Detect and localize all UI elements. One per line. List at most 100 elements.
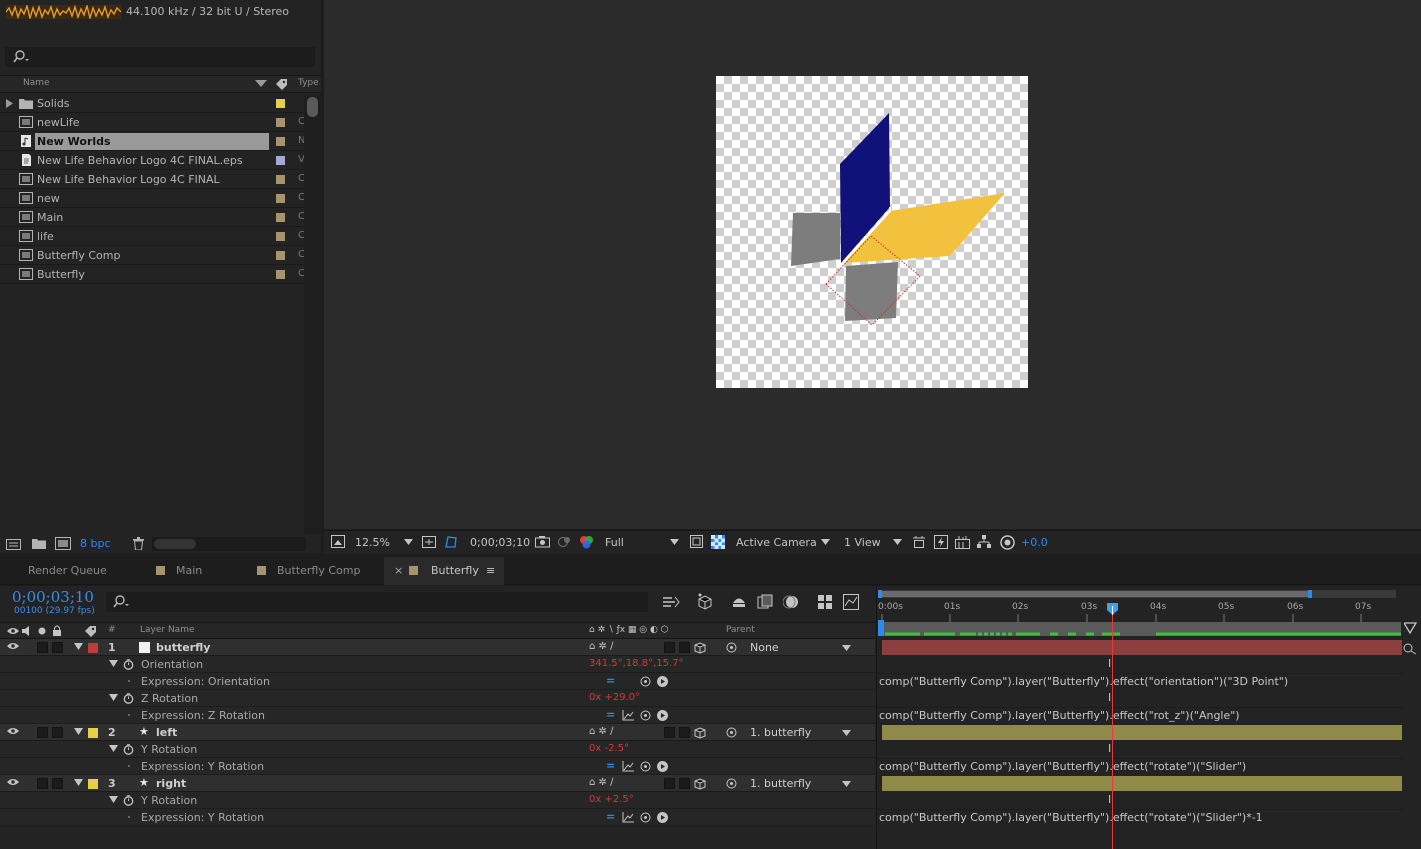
pick-whip-icon[interactable] <box>726 727 737 738</box>
expand-arrow-icon[interactable] <box>6 99 14 108</box>
project-item-comp[interactable]: New Life Behavior Logo 4C FINAL C <box>0 170 305 189</box>
project-scrollbar[interactable] <box>304 95 321 535</box>
switch-toggle[interactable] <box>679 642 690 653</box>
expression-row-z-rotation[interactable]: Expression: Z Rotation = <box>0 707 875 724</box>
switch-toggle[interactable] <box>664 642 675 653</box>
property-value[interactable]: 341.5°,18.8°,15.7° <box>589 658 684 669</box>
current-time-indicator-line[interactable] <box>1112 604 1113 849</box>
property-row-orientation[interactable]: Orientation 341.5°,18.8°,15.7° <box>0 656 875 673</box>
layer-switches[interactable]: ⌂ ✲ ∕ <box>589 641 613 652</box>
visibility-eye-icon[interactable] <box>7 727 19 735</box>
column-name-header[interactable]: Name <box>23 78 50 88</box>
collapse-arrow-icon[interactable] <box>109 694 118 701</box>
layer-switches[interactable]: ⌂ ✲ ∕ <box>589 777 613 788</box>
pick-whip-icon[interactable] <box>640 710 651 721</box>
lock-icon[interactable] <box>52 625 62 636</box>
project-item-solids-folder[interactable]: Solids <box>0 94 320 113</box>
parent-dropdown[interactable]: 1. butterfly <box>743 724 859 741</box>
eye-icon[interactable] <box>7 627 19 635</box>
collapse-arrow-icon[interactable] <box>74 728 83 735</box>
snapshot-camera-icon[interactable] <box>535 535 550 548</box>
layer-row-left[interactable]: 2 ★ left ⌂ ✲ ∕ 1. butterfly <box>0 724 875 741</box>
visibility-eye-icon[interactable] <box>7 778 19 786</box>
property-value[interactable]: 0x +29.0° <box>589 692 640 703</box>
parent-dropdown[interactable]: None <box>743 639 859 656</box>
stopwatch-icon[interactable] <box>123 693 134 704</box>
expression-row-y-rotation[interactable]: Expression: Y Rotation = <box>0 809 875 826</box>
camera-dropdown[interactable]: Active Camera <box>736 536 817 549</box>
layer-name[interactable]: left <box>156 726 177 739</box>
solo-toggle[interactable] <box>37 727 48 738</box>
layer-name[interactable]: right <box>156 777 186 790</box>
layer-row-butterfly[interactable]: 1 butterfly ⌂ ✲ ∕ None <box>0 639 875 656</box>
project-item-comp[interactable]: newLife C <box>0 113 305 132</box>
project-item-comp[interactable]: Main C <box>0 208 305 227</box>
collapse-arrow-icon[interactable] <box>109 745 118 752</box>
scrollbar-thumb[interactable] <box>307 97 318 117</box>
lock-toggle[interactable] <box>52 778 63 789</box>
lock-toggle[interactable] <box>52 642 63 653</box>
time-navigator[interactable] <box>878 590 1396 598</box>
chevron-down-icon[interactable] <box>404 539 413 545</box>
tab-render-queue[interactable]: Render Queue <box>0 557 130 585</box>
frame-blending-icon[interactable] <box>757 594 773 610</box>
expression-field[interactable]: comp("Butterfly Comp").layer("Butterfly"… <box>879 760 1246 773</box>
always-preview-icon[interactable] <box>331 535 345 549</box>
3d-layer-icon[interactable] <box>694 778 706 790</box>
expression-row-orientation[interactable]: Expression: Orientation = <box>0 673 875 690</box>
enable-expression-icon[interactable]: = <box>606 810 615 823</box>
tab-butterfly-comp[interactable]: Butterfly Comp <box>232 557 382 585</box>
shy-layers-icon[interactable] <box>731 594 747 610</box>
solo-icon[interactable] <box>38 627 46 635</box>
chevron-down-icon[interactable] <box>893 539 902 545</box>
enable-expression-icon[interactable]: = <box>606 674 615 687</box>
tab-butterfly[interactable]: × Butterfly ≡ <box>384 557 504 585</box>
scrollbar-thumb[interactable] <box>154 539 196 549</box>
label-tag-icon[interactable] <box>275 78 288 90</box>
transparency-grid-icon[interactable] <box>711 535 725 549</box>
expression-language-menu-icon[interactable] <box>657 761 668 772</box>
work-area-bar[interactable] <box>880 622 1401 636</box>
project-horizontal-scrollbar[interactable] <box>152 537 306 551</box>
layer-bar-butterfly[interactable] <box>882 640 1402 655</box>
label-color-swatch[interactable] <box>276 137 285 146</box>
mask-visibility-icon[interactable] <box>444 535 458 549</box>
timeline-graph-icon[interactable] <box>843 594 859 610</box>
graph-icon[interactable] <box>622 761 634 772</box>
expression-language-menu-icon[interactable] <box>657 676 668 687</box>
property-value[interactable]: 0x +2.5° <box>589 794 634 805</box>
reset-exposure-icon[interactable] <box>1000 535 1015 550</box>
label-color-swatch[interactable] <box>276 99 285 108</box>
solo-toggle[interactable] <box>37 642 48 653</box>
new-composition-icon[interactable] <box>55 537 71 550</box>
trash-icon[interactable] <box>133 537 144 550</box>
color-channels-icon[interactable] <box>579 535 594 549</box>
parent-dropdown[interactable]: 1. butterfly <box>743 775 859 792</box>
time-navigator-range[interactable] <box>880 591 1310 597</box>
label-color-swatch[interactable] <box>276 251 285 260</box>
work-area-end-handle[interactable] <box>1404 621 1418 635</box>
label-color-swatch[interactable] <box>276 194 285 203</box>
navigator-start-handle[interactable] <box>878 590 882 598</box>
pick-whip-icon[interactable] <box>640 761 651 772</box>
label-color-swatch[interactable] <box>276 232 285 241</box>
panel-menu-icon[interactable]: ≡ <box>486 564 495 577</box>
layer-label-swatch[interactable] <box>88 779 98 789</box>
project-item-file[interactable]: New Life Behavior Logo 4C FINAL.eps V <box>0 151 305 170</box>
column-layer-name[interactable]: Layer Name <box>140 625 195 635</box>
property-row-y-rotation[interactable]: Y Rotation 0x -2.5° <box>0 741 875 758</box>
expression-row-y-rotation[interactable]: Expression: Y Rotation = <box>0 758 875 775</box>
enable-expression-icon[interactable]: = <box>606 708 615 721</box>
expression-field[interactable]: comp("Butterfly Comp").layer("Butterfly"… <box>879 675 1288 688</box>
label-tag-icon[interactable] <box>84 625 97 637</box>
property-value[interactable]: 0x -2.5° <box>589 743 629 754</box>
label-color-swatch[interactable] <box>276 118 285 127</box>
graph-editor-icon[interactable] <box>817 594 835 610</box>
property-row-z-rotation[interactable]: Z Rotation 0x +29.0° <box>0 690 875 707</box>
bit-depth-button[interactable]: 8 bpc <box>80 537 111 550</box>
view-layout-dropdown[interactable]: 1 View <box>844 536 881 549</box>
viewer-timecode[interactable]: 0;00;03;10 <box>470 536 530 549</box>
label-color-swatch[interactable] <box>276 213 285 222</box>
timeline-search-input[interactable] <box>106 592 648 612</box>
butterfly-artwork[interactable] <box>716 76 1028 388</box>
